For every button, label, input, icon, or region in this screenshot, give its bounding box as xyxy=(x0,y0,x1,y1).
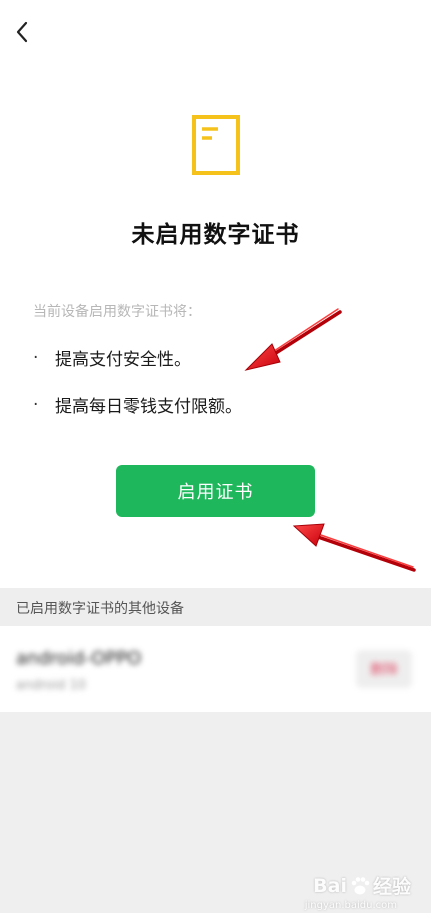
device-name: android-OPPO xyxy=(16,648,142,669)
back-button[interactable] xyxy=(8,18,36,46)
benefit-item: · 提高支付安全性。 xyxy=(33,345,191,371)
benefit-item: · 提高每日零钱支付限额。 xyxy=(33,392,242,418)
device-list-item: android-OPPO android 10 删除 xyxy=(0,626,431,712)
enable-certificate-button[interactable]: 启用证书 xyxy=(116,465,315,517)
benefit-text: 提高支付安全性。 xyxy=(55,350,191,370)
benefit-text: 提高每日零钱支付限额。 xyxy=(55,397,242,417)
document-certificate-icon xyxy=(192,115,240,175)
device-os: android 10 xyxy=(16,678,87,693)
watermark-url: jingyan.baidu.com xyxy=(304,900,397,911)
bullet-dot: · xyxy=(33,347,39,368)
page-title: 未启用数字证书 xyxy=(131,222,300,248)
paw-icon xyxy=(351,876,370,894)
watermark-text: 经验 xyxy=(372,876,411,898)
chevron-left-icon xyxy=(16,21,28,43)
top-bar xyxy=(0,0,431,62)
other-devices-header: 已启用数字证书的其他设备 xyxy=(0,588,431,626)
description-text: 当前设备启用数字证书将： xyxy=(33,304,201,320)
delete-device-button[interactable]: 删除 xyxy=(356,650,412,688)
watermark-text: Bai xyxy=(313,874,347,897)
section-title: 已启用数字证书的其他设备 xyxy=(16,601,184,617)
bullet-dot: · xyxy=(33,394,39,415)
baidu-watermark: Bai 经验 jingyan.baidu.com xyxy=(305,872,411,912)
